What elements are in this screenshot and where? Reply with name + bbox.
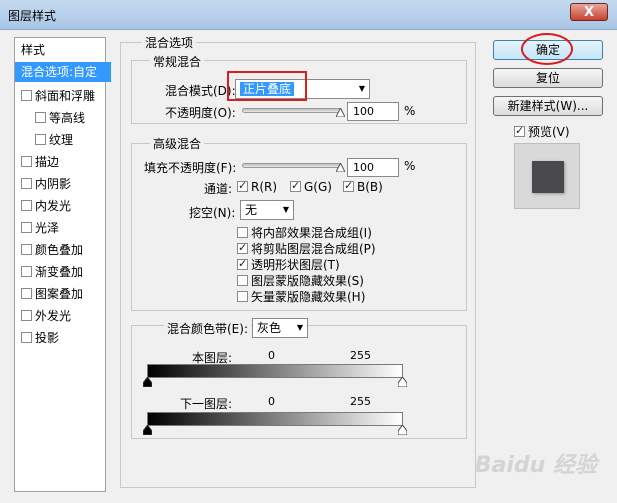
preview-option[interactable]: 预览(V)	[514, 123, 570, 140]
preview-thumbnail	[514, 143, 580, 209]
new-style-button[interactable]: 新建样式(W)...	[493, 96, 603, 116]
chevron-down-icon: ▼	[358, 84, 365, 93]
underlying-layer-white-slider[interactable]	[398, 425, 407, 435]
channel-g-checkbox[interactable]	[290, 179, 301, 192]
inner-shadow-checkbox[interactable]	[21, 178, 32, 189]
styles-list: 样式 混合选项:自定 斜面和浮雕 等高线 纹理 描边 内阴影 内发光 光泽 颜色…	[14, 37, 111, 492]
watermark: Baidu 经验	[474, 453, 597, 478]
transparency-shapes-checkbox[interactable]	[237, 257, 248, 270]
fill-opacity-slider[interactable]	[242, 163, 342, 168]
underlying-layer-label: 下一图层:	[180, 397, 233, 411]
blend-if-label: 混合颜色带(E):	[164, 320, 251, 337]
gradient-overlay-checkbox[interactable]	[21, 266, 32, 277]
fill-opacity-slider-thumb[interactable]	[336, 163, 345, 172]
color-overlay-checkbox[interactable]	[21, 244, 32, 255]
highlight-circle	[521, 33, 573, 65]
title-bar: 图层样式 X	[0, 0, 617, 30]
blend-mode-label: 混合模式(D):	[165, 84, 236, 98]
list-item-outer-glow[interactable]: 外发光	[15, 306, 111, 326]
opacity-slider[interactable]	[242, 108, 342, 113]
blend-if-dropdown[interactable]: 灰色 ▼	[252, 318, 308, 338]
this-layer-white-slider[interactable]	[398, 377, 407, 387]
blend-clipped-checkbox[interactable]	[237, 241, 248, 254]
general-blending-title: 常规混合	[150, 53, 205, 70]
preview-swatch	[532, 161, 564, 193]
underlying-layer-min: 0	[268, 395, 275, 408]
list-item-bevel-emboss[interactable]: 斜面和浮雕	[15, 86, 111, 106]
vector-mask-hides-checkbox[interactable]	[237, 291, 248, 302]
underlying-layer-gradient-bar	[147, 412, 403, 426]
option-blend-clipped-layers[interactable]: 将剪贴图层混合成组(P)	[237, 240, 376, 257]
option-vector-mask-hides[interactable]: 矢量蒙版隐藏效果(H)	[237, 288, 365, 305]
contour-checkbox[interactable]	[35, 112, 46, 123]
opacity-unit: %	[404, 104, 416, 118]
texture-checkbox[interactable]	[35, 134, 46, 145]
list-item-contour[interactable]: 等高线	[15, 108, 125, 128]
satin-checkbox[interactable]	[21, 222, 32, 233]
this-layer-max: 255	[350, 349, 371, 362]
opacity-label: 不透明度(O):	[165, 106, 236, 120]
blending-options-title: 混合选项	[142, 34, 197, 51]
pattern-overlay-checkbox[interactable]	[21, 288, 32, 299]
bevel-emboss-checkbox[interactable]	[21, 90, 32, 101]
stroke-checkbox[interactable]	[21, 156, 32, 167]
this-layer-gradient-bar	[147, 364, 403, 378]
layer-mask-hides-checkbox[interactable]	[237, 275, 248, 286]
channel-b[interactable]: B(B)	[343, 179, 383, 194]
channel-b-checkbox[interactable]	[343, 179, 354, 192]
chevron-down-icon: ▼	[296, 323, 303, 332]
opacity-input[interactable]: 100	[347, 102, 399, 121]
blend-if-value: 灰色	[257, 321, 282, 335]
reset-button[interactable]: 复位	[493, 68, 603, 88]
outer-glow-checkbox[interactable]	[21, 310, 32, 321]
channel-r[interactable]: R(R)	[237, 179, 277, 194]
option-layer-mask-hides[interactable]: 图层蒙版隐藏效果(S)	[237, 272, 364, 289]
highlight-rectangle	[227, 71, 307, 101]
inner-glow-checkbox[interactable]	[21, 200, 32, 211]
advanced-blending-title: 高级混合	[150, 135, 205, 152]
knockout-label: 挖空(N):	[189, 206, 236, 220]
list-item-texture[interactable]: 纹理	[15, 130, 125, 150]
window-title: 图层样式	[8, 9, 57, 23]
drop-shadow-checkbox[interactable]	[21, 332, 32, 343]
blend-interior-checkbox[interactable]	[237, 227, 248, 238]
knockout-dropdown[interactable]: 无 ▼	[240, 200, 294, 220]
list-item-stroke[interactable]: 描边	[15, 152, 111, 172]
fill-opacity-input[interactable]: 100	[347, 158, 399, 177]
underlying-layer-max: 255	[350, 395, 371, 408]
list-item-color-overlay[interactable]: 颜色叠加	[15, 240, 111, 260]
list-item-satin[interactable]: 光泽	[15, 218, 111, 238]
styles-header[interactable]: 样式	[15, 40, 111, 60]
close-button[interactable]: X	[570, 3, 608, 21]
list-item-pattern-overlay[interactable]: 图案叠加	[15, 284, 111, 304]
list-item-drop-shadow[interactable]: 投影	[15, 328, 111, 348]
list-item-inner-shadow[interactable]: 内阴影	[15, 174, 111, 194]
this-layer-black-slider[interactable]	[143, 377, 152, 387]
preview-checkbox[interactable]	[514, 124, 525, 137]
channel-g[interactable]: G(G)	[290, 179, 332, 194]
channels-label: 通道:	[204, 182, 233, 196]
fill-opacity-unit: %	[404, 159, 416, 173]
list-item-inner-glow[interactable]: 内发光	[15, 196, 111, 216]
list-item-gradient-overlay[interactable]: 渐变叠加	[15, 262, 111, 282]
channel-r-checkbox[interactable]	[237, 179, 248, 192]
option-transparency-shapes[interactable]: 透明形状图层(T)	[237, 256, 340, 273]
chevron-down-icon: ▼	[282, 205, 289, 214]
underlying-layer-black-slider[interactable]	[143, 425, 152, 435]
option-blend-interior-effects[interactable]: 将内部效果混合成组(I)	[237, 224, 372, 241]
knockout-value: 无	[245, 203, 258, 217]
this-layer-min: 0	[268, 349, 275, 362]
fill-opacity-label: 填充不透明度(F):	[144, 161, 237, 175]
opacity-slider-thumb[interactable]	[336, 108, 345, 117]
list-item-blending-options[interactable]: 混合选项:自定	[15, 62, 111, 82]
